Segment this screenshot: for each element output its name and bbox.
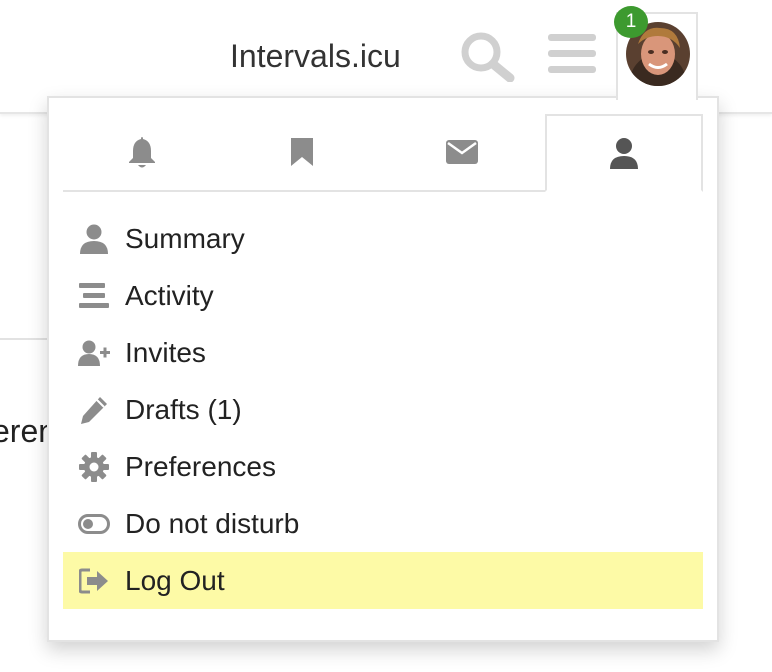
user-plus-icon (77, 336, 111, 370)
bell-icon (129, 137, 155, 168)
menu-item-drafts[interactable]: Drafts (1) (63, 381, 703, 438)
tab-bookmarks[interactable] (223, 114, 381, 190)
toggle-off-icon (77, 507, 111, 541)
user-icon (610, 138, 638, 169)
menu-item-label: Summary (125, 222, 245, 254)
user-menu-list: Summary Activity Invites Drafts (1) Pref… (63, 210, 703, 609)
menu-item-label: Do not disturb (125, 507, 300, 539)
tab-messages[interactable] (383, 114, 541, 190)
menu-item-log-out[interactable]: Log Out (63, 552, 703, 609)
tab-notifications[interactable] (63, 114, 221, 190)
site-title[interactable]: Intervals.icu (230, 36, 401, 76)
tab-user[interactable] (545, 114, 703, 192)
menu-item-label: Preferences (125, 450, 276, 482)
gear-icon (77, 450, 111, 484)
menu-item-label: Invites (125, 336, 206, 368)
envelope-icon (446, 140, 478, 164)
user-icon (77, 222, 111, 256)
search-icon[interactable] (458, 30, 516, 82)
menu-item-label: Log Out (125, 564, 225, 596)
menu-item-label: Drafts (1) (125, 393, 242, 425)
notification-badge[interactable]: 1 (614, 6, 648, 38)
user-dropdown-menu: Summary Activity Invites Drafts (1) Pref… (47, 96, 719, 642)
menu-item-label: Activity (125, 279, 214, 311)
pencil-icon (77, 393, 111, 427)
activity-bars-icon (77, 279, 111, 313)
bookmark-icon (291, 138, 313, 166)
dropdown-tabs (63, 114, 703, 192)
hamburger-menu-icon[interactable] (548, 32, 596, 76)
menu-item-summary[interactable]: Summary (63, 210, 703, 267)
menu-item-invites[interactable]: Invites (63, 324, 703, 381)
menu-item-preferences[interactable]: Preferences (63, 438, 703, 495)
sign-out-icon (77, 564, 111, 598)
background-divider (0, 338, 48, 340)
menu-item-activity[interactable]: Activity (63, 267, 703, 324)
background-partial-text: eren (0, 413, 48, 449)
menu-item-do-not-disturb[interactable]: Do not disturb (63, 495, 703, 552)
